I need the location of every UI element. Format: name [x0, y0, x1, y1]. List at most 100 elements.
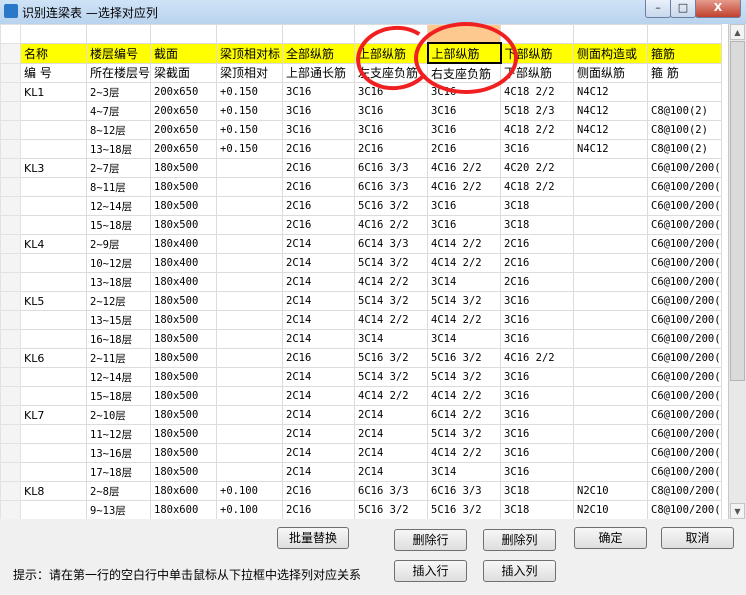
table-cell[interactable]: 4C14 2/2: [427, 443, 502, 463]
table-row[interactable]: 15~18层 180x500 2C16 4C16 2/2 3C16 3C18 C6@100/…: [0, 215, 723, 235]
sub-header-cell[interactable]: 左支座负筋: [354, 62, 429, 83]
table-cell[interactable]: C6@100/200(: [647, 386, 723, 406]
column-mapping-row[interactable]: [0, 24, 723, 44]
table-cell[interactable]: [216, 424, 284, 444]
table-cell[interactable]: 2C14: [282, 462, 356, 482]
table-cell[interactable]: 3C16: [500, 310, 575, 330]
table-cell[interactable]: [216, 462, 284, 482]
table-cell[interactable]: 3C16: [282, 120, 356, 140]
table-cell[interactable]: 4~7层: [85, 101, 152, 121]
table-cell[interactable]: 3C16: [500, 139, 575, 159]
table-cell[interactable]: [573, 177, 649, 197]
table-cell[interactable]: 3C16: [354, 101, 429, 121]
table-cell[interactable]: 180x500: [150, 215, 218, 235]
close-button[interactable]: X: [695, 0, 741, 18]
table-cell[interactable]: 6C16 3/3: [427, 481, 502, 501]
table-row[interactable]: 15~18层 180x500 2C14 4C14 2/2 4C14 2/2 3C16 C6@…: [0, 386, 723, 406]
table-cell[interactable]: 2~12层: [85, 291, 152, 311]
column-mapping-cell[interactable]: [20, 24, 87, 44]
table-cell[interactable]: 4C14 2/2: [427, 253, 502, 273]
table-cell[interactable]: 180x500: [150, 462, 218, 482]
table-cell[interactable]: 180x400: [150, 253, 218, 273]
table-cell[interactable]: 10~12层: [85, 253, 152, 273]
table-cell[interactable]: KL7: [20, 405, 87, 425]
table-cell[interactable]: 2C16: [282, 348, 356, 368]
table-cell[interactable]: [20, 101, 87, 121]
table-cell[interactable]: [216, 443, 284, 463]
header-cell[interactable]: 下部纵筋: [500, 42, 575, 64]
table-cell[interactable]: [20, 196, 87, 216]
table-row[interactable]: KL8 2~8层 180x600 +0.100 2C16 6C16 3/3 6C16 3/3…: [0, 481, 723, 501]
table-cell[interactable]: 2C14: [354, 462, 429, 482]
table-cell[interactable]: 2~3层: [85, 82, 152, 102]
sub-header-cell[interactable]: 梁截面: [150, 62, 218, 83]
table-cell[interactable]: C8@100/200(: [647, 481, 723, 501]
table-cell[interactable]: [216, 367, 284, 387]
header-cell[interactable]: 名称: [20, 42, 87, 64]
table-cell[interactable]: [20, 443, 87, 463]
table-cell[interactable]: C6@100/200(: [647, 443, 723, 463]
header-cell[interactable]: 全部纵筋: [282, 42, 356, 64]
table-cell[interactable]: [216, 310, 284, 330]
table-cell[interactable]: 180x500: [150, 158, 218, 178]
table-cell[interactable]: C6@100/200(: [647, 196, 723, 216]
table-cell[interactable]: 9~13层: [85, 500, 152, 519]
table-cell[interactable]: 6C16 3/3: [354, 481, 429, 501]
table-cell[interactable]: 2C14: [282, 405, 356, 425]
table-cell[interactable]: [216, 234, 284, 254]
table-row[interactable]: 13~18层 180x400 2C14 4C14 2/2 3C14 2C16 C6@100/…: [0, 272, 723, 292]
table-cell[interactable]: 4C18 2/2: [500, 120, 575, 140]
table-cell[interactable]: C8@100/200(: [647, 500, 723, 519]
table-cell[interactable]: 2~8层: [85, 481, 152, 501]
table-cell[interactable]: 4C18 2/2: [500, 82, 575, 102]
table-cell[interactable]: 15~18层: [85, 215, 152, 235]
table-cell[interactable]: 180x500: [150, 386, 218, 406]
delete-row-button[interactable]: 删除行: [394, 529, 467, 551]
table-cell[interactable]: 3C16: [282, 101, 356, 121]
table-cell[interactable]: [573, 272, 649, 292]
table-cell[interactable]: 3C16: [500, 329, 575, 349]
table-cell[interactable]: 3C16: [354, 82, 429, 102]
table-cell[interactable]: 5C14 3/2: [354, 253, 429, 273]
table-cell[interactable]: 2C14: [354, 443, 429, 463]
table-cell[interactable]: [20, 367, 87, 387]
table-cell[interactable]: [573, 234, 649, 254]
table-cell[interactable]: 180x600: [150, 500, 218, 519]
table-cell[interactable]: C6@100/200(: [647, 215, 723, 235]
table-cell[interactable]: 200x650: [150, 101, 218, 121]
maximize-button[interactable]: □: [670, 0, 696, 18]
table-cell[interactable]: 2C14: [282, 253, 356, 273]
table-cell[interactable]: C6@100/200(: [647, 462, 723, 482]
table-cell[interactable]: 200x650: [150, 82, 218, 102]
header-cell[interactable]: 截面: [150, 42, 218, 64]
table-row[interactable]: 8~12层 200x650 +0.150 3C16 3C16 3C16 4C18 2/2 N4…: [0, 120, 723, 140]
table-cell[interactable]: 11~12层: [85, 424, 152, 444]
table-cell[interactable]: [20, 310, 87, 330]
table-cell[interactable]: 2C16: [282, 196, 356, 216]
column-mapping-cell[interactable]: [85, 24, 152, 44]
header-cell[interactable]: 侧面构造或: [573, 42, 649, 64]
table-cell[interactable]: 2C14: [354, 405, 429, 425]
table-cell[interactable]: C8@100(2): [647, 139, 723, 159]
table-cell[interactable]: [216, 253, 284, 273]
table-cell[interactable]: 13~18层: [85, 272, 152, 292]
table-cell[interactable]: 3C16: [427, 82, 502, 102]
column-mapping-cell[interactable]: [573, 24, 649, 44]
table-cell[interactable]: [216, 196, 284, 216]
table-cell[interactable]: 2C14: [282, 386, 356, 406]
table-cell[interactable]: [20, 500, 87, 519]
table-cell[interactable]: 3C14: [354, 329, 429, 349]
column-mapping-cell[interactable]: [282, 24, 356, 44]
table-cell[interactable]: 3C18: [500, 215, 575, 235]
table-cell[interactable]: [573, 329, 649, 349]
table-row[interactable]: KL1 2~3层 200x650 +0.150 3C16 3C16 3C16 4C18 2/2…: [0, 82, 723, 102]
table-cell[interactable]: 2C14: [282, 329, 356, 349]
table-cell[interactable]: C6@100/200(: [647, 329, 723, 349]
column-mapping-cell[interactable]: [500, 24, 575, 44]
cancel-button[interactable]: 取消: [661, 527, 734, 549]
table-cell[interactable]: 4C14 2/2: [354, 272, 429, 292]
table-cell[interactable]: 5C16 3/2: [354, 500, 429, 519]
table-cell[interactable]: 2C16: [282, 139, 356, 159]
table-cell[interactable]: C8@100(2): [647, 101, 723, 121]
table-cell[interactable]: 2C16: [282, 215, 356, 235]
